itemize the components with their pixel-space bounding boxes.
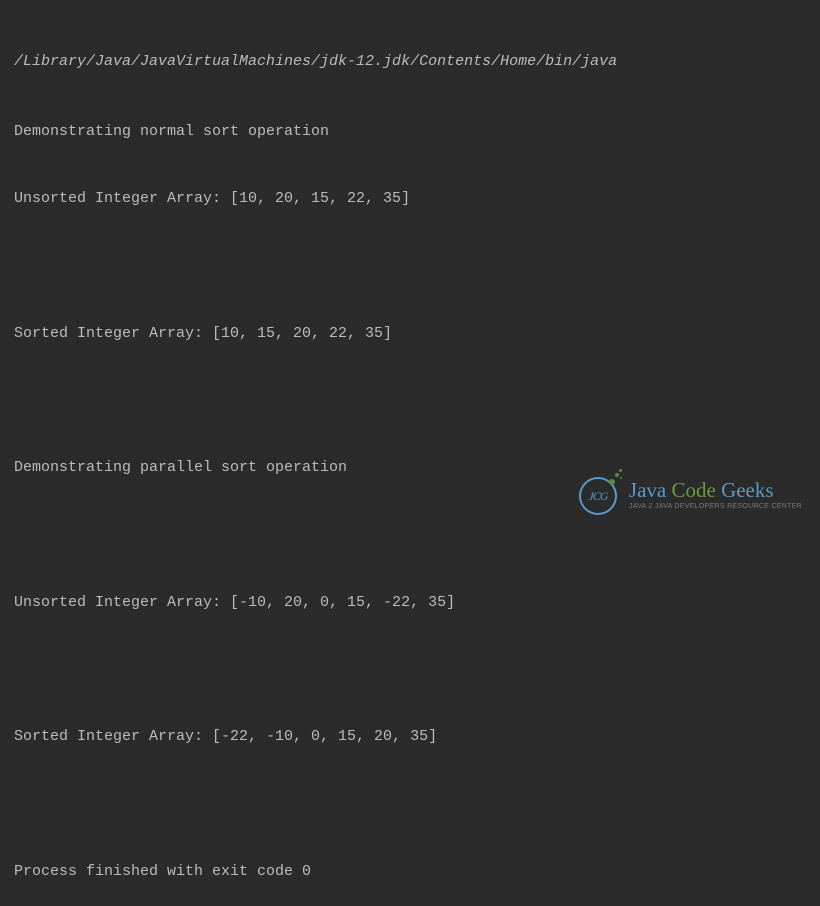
java-path-line: /Library/Java/JavaVirtualMachines/jdk-12… xyxy=(14,51,806,74)
jcg-dots-icon xyxy=(607,469,625,487)
output-line: Demonstrating normal sort operation xyxy=(14,121,806,144)
console-output: /Library/Java/JavaVirtualMachines/jdk-12… xyxy=(14,6,806,906)
blank-line xyxy=(14,390,806,412)
watermark-logo: JCG Java Code Geeks Java 2 Java Develope… xyxy=(579,473,802,517)
jcg-emblem-icon: JCG xyxy=(579,473,623,517)
watermark-subtitle: Java 2 Java Developers Resource Center xyxy=(629,503,802,510)
output-line: Unsorted Integer Array: [-10, 20, 0, 15,… xyxy=(14,592,806,615)
blank-line xyxy=(14,256,806,278)
jcg-emblem-text: JCG xyxy=(588,487,607,505)
blank-line xyxy=(14,794,806,816)
output-line: Sorted Integer Array: [10, 15, 20, 22, 3… xyxy=(14,323,806,346)
blank-line xyxy=(14,659,806,681)
blank-line xyxy=(14,525,806,547)
output-line: Unsorted Integer Array: [10, 20, 15, 22,… xyxy=(14,188,806,211)
watermark-title-block: Java Code Geeks Java 2 Java Developers R… xyxy=(629,480,802,510)
watermark-title: Java Code Geeks xyxy=(629,480,802,501)
output-line: Sorted Integer Array: [-22, -10, 0, 15, … xyxy=(14,726,806,749)
output-line: Process finished with exit code 0 xyxy=(14,861,806,884)
